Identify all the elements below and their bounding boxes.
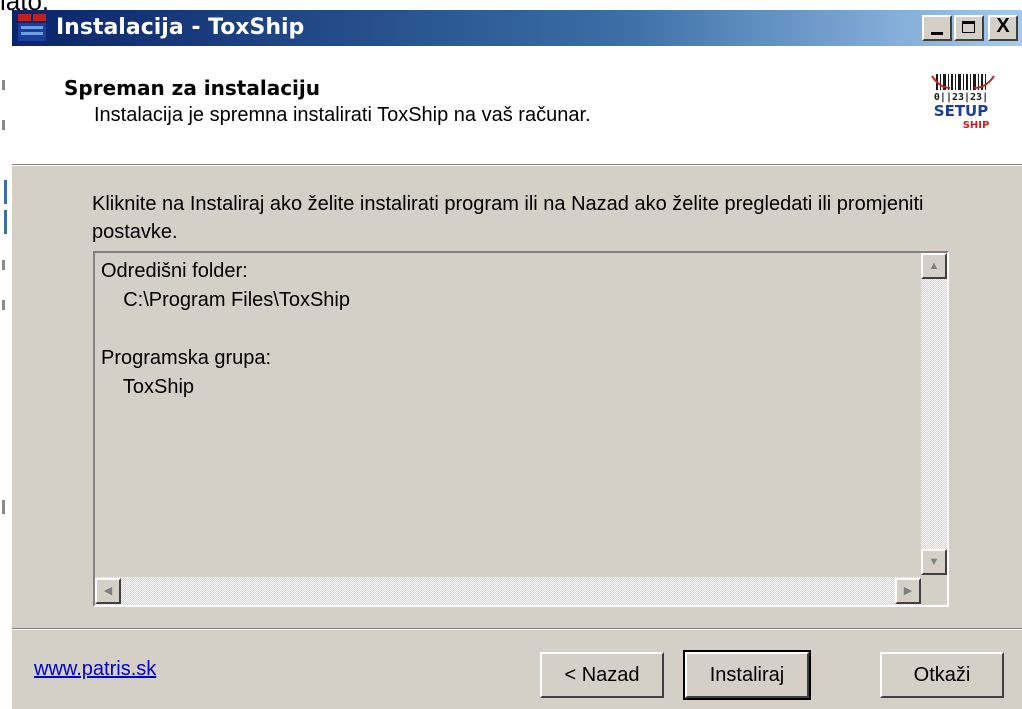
page-subtitle: Instalacija je spremna instalirati ToxSh… [94, 104, 591, 126]
instruction-text: Kliknite na Instaliraj ako želite instal… [92, 193, 924, 243]
summary-content: Odredišni folder: C:\Program Files\ToxSh… [101, 257, 350, 402]
close-button[interactable]: X [988, 15, 1018, 41]
logo-ship-text: SHIP [963, 120, 990, 131]
scroll-down-button[interactable]: ▼ [921, 549, 947, 575]
maximize-icon [962, 21, 975, 33]
title-bar[interactable]: Instalacija - ToxShip X [12, 10, 1022, 46]
destination-label: Odredišni folder: [101, 260, 248, 282]
footer-divider-highlight [12, 629, 1022, 630]
install-button[interactable]: Instaliraj [683, 650, 811, 700]
scroll-right-button[interactable]: ▶ [895, 578, 921, 604]
wizard-header: Spreman za instalaciju Instalacija je sp… [12, 46, 1022, 164]
group-value: ToxShip [122, 376, 195, 398]
page-title: Spreman za instalaciju [64, 76, 320, 100]
header-divider-highlight [12, 165, 1022, 166]
installer-window: Instalacija - ToxShip X Spreman za insta… [12, 10, 1022, 709]
maximize-button[interactable] [954, 15, 984, 41]
close-icon: X [996, 15, 1010, 37]
horizontal-scrollbar[interactable]: ◀ ▶ [95, 577, 921, 605]
arrow-up-icon: ▲ [928, 260, 940, 272]
setup-ship-logo: 0||23|23| SETUP SHIP [931, 74, 995, 131]
vendor-website-link[interactable]: www.patris.sk [34, 658, 156, 681]
group-label: Programska grupa: [101, 347, 272, 369]
arrow-left-icon: ◀ [103, 585, 113, 597]
install-summary-box[interactable]: Odredišni folder: C:\Program Files\ToxSh… [93, 251, 949, 607]
background-window-edge [0, 20, 10, 709]
scroll-up-button[interactable]: ▲ [921, 253, 947, 279]
cancel-button[interactable]: Otkaži [880, 652, 1004, 698]
back-button[interactable]: < Nazad [540, 652, 664, 698]
minimize-button[interactable] [922, 15, 952, 41]
arrow-right-icon: ▶ [903, 585, 913, 597]
arrow-down-icon: ▼ [928, 556, 940, 568]
window-title: Instalacija - ToxShip [56, 15, 305, 40]
destination-value: C:\Program Files\ToxShip [123, 289, 350, 311]
installer-app-icon [18, 14, 46, 41]
vertical-scrollbar[interactable]: ▲ ▼ [921, 253, 947, 575]
minimize-icon [931, 32, 943, 35]
scroll-left-button[interactable]: ◀ [95, 578, 121, 604]
logo-setup-text: SETUP [934, 102, 988, 120]
scrollbar-corner [921, 577, 947, 605]
